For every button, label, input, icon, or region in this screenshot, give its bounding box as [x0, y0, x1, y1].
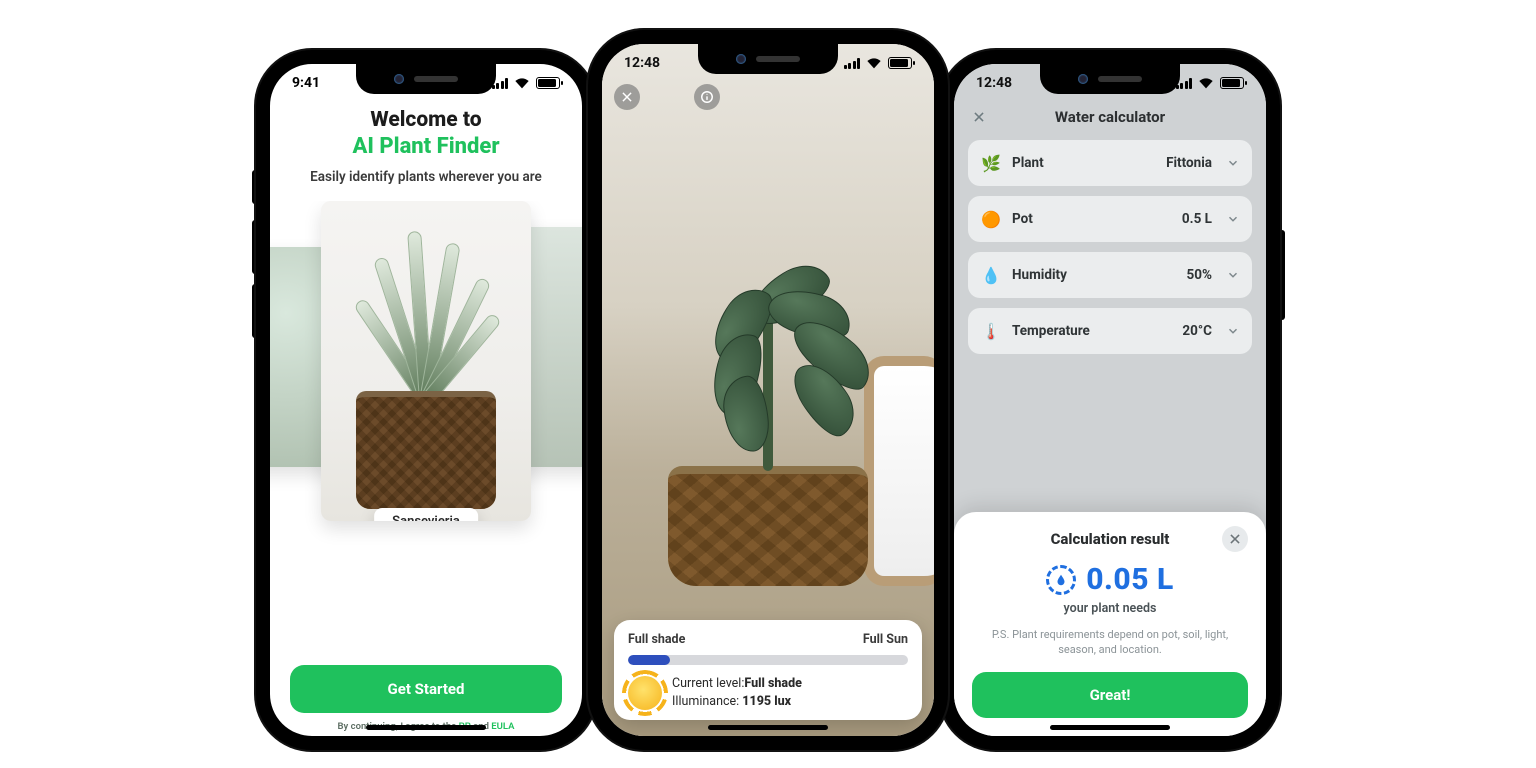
chevron-down-icon: [1226, 324, 1240, 338]
param-label: Humidity: [1012, 267, 1177, 283]
home-indicator[interactable]: [1050, 725, 1170, 730]
slider-min-label: Full shade: [628, 632, 685, 647]
close-icon: [620, 90, 634, 104]
plant-gallery[interactable]: Sansevieria: [270, 201, 582, 651]
battery-icon: [1220, 77, 1244, 89]
param-row-pot[interactable]: 🟠 Pot 0.5 L: [968, 196, 1252, 242]
humidity-icon: 💧: [980, 264, 1002, 286]
param-row-humidity[interactable]: 💧 Humidity 50%: [968, 252, 1252, 298]
status-time: 12:48: [624, 55, 660, 71]
great-button[interactable]: Great!: [972, 672, 1248, 718]
plant-name-chip: Sansevieria: [374, 508, 478, 521]
pot-icon: 🟠: [980, 208, 1002, 230]
current-level-line: Current level:Full shade: [672, 675, 802, 693]
phone-light-meter: 12:48 Full: [588, 30, 948, 750]
info-button[interactable]: [694, 84, 720, 110]
light-level-fill: [628, 655, 670, 665]
home-indicator[interactable]: [366, 725, 486, 730]
result-title: Calculation result: [1051, 530, 1170, 548]
chevron-down-icon: [1226, 268, 1240, 282]
cell-signal-icon: [844, 58, 861, 69]
welcome-subtitle: Easily identify plants wherever you are: [298, 169, 554, 187]
temperature-icon: 🌡️: [980, 320, 1002, 342]
page-header: Water calculator: [954, 102, 1266, 140]
water-drop-icon: [1046, 565, 1076, 595]
light-level-slider[interactable]: [628, 655, 908, 665]
welcome-title-line2: AI Plant Finder: [270, 134, 582, 159]
illuminance-line: Illuminance: 1195 lux: [672, 693, 802, 711]
param-row-temperature[interactable]: 🌡️ Temperature 20°C: [968, 308, 1252, 354]
wifi-icon: [514, 77, 530, 89]
phone-water-calculator: 12:48 Water calculator 🌿: [940, 50, 1280, 750]
result-value: 0.05 L: [1086, 562, 1174, 597]
plant-illustration: [321, 201, 531, 521]
status-time: 9:41: [292, 75, 320, 91]
sun-icon: [628, 676, 662, 710]
result-note: P.S. Plant requirements depend on pot, s…: [990, 628, 1230, 658]
welcome-title-line1: Welcome to: [270, 108, 582, 132]
info-icon: [700, 90, 714, 104]
result-close-button[interactable]: [1222, 526, 1248, 552]
page-title: Water calculator: [1055, 108, 1165, 126]
gallery-card-main[interactable]: Sansevieria: [321, 201, 531, 521]
wifi-icon: [866, 57, 882, 69]
slider-max-label: Full Sun: [863, 632, 908, 647]
param-label: Temperature: [1012, 323, 1172, 339]
close-icon: [1228, 532, 1242, 546]
home-indicator[interactable]: [708, 725, 828, 730]
chevron-down-icon: [1226, 156, 1240, 170]
chevron-down-icon: [1226, 212, 1240, 226]
close-button[interactable]: [614, 84, 640, 110]
plant-icon: 🌿: [980, 152, 1002, 174]
result-sheet: Calculation result 0.05 L your plant nee…: [954, 512, 1266, 736]
battery-icon: [888, 57, 912, 69]
param-value: 50%: [1187, 267, 1212, 283]
status-time: 12:48: [976, 75, 1012, 91]
param-value: Fittonia: [1166, 155, 1212, 171]
param-row-plant[interactable]: 🌿 Plant Fittonia: [968, 140, 1252, 186]
phone-welcome: 9:41 Welcome to AI Plant Finder Easily i…: [256, 50, 596, 750]
param-value: 20°C: [1182, 323, 1212, 339]
param-label: Pot: [1012, 211, 1172, 227]
eula-link[interactable]: EULA: [491, 721, 514, 732]
close-icon: [972, 110, 986, 124]
param-value: 0.5 L: [1182, 211, 1212, 227]
result-subtext: your plant needs: [972, 601, 1248, 616]
close-button[interactable]: [968, 106, 990, 128]
battery-icon: [536, 77, 560, 89]
light-meter-panel: Full shade Full Sun Current level:Full s…: [614, 620, 922, 720]
wifi-icon: [1198, 77, 1214, 89]
parameter-list: 🌿 Plant Fittonia 🟠 Pot 0.5 L 💧 Humidity: [954, 140, 1266, 354]
param-label: Plant: [1012, 155, 1156, 171]
get-started-button[interactable]: Get Started: [290, 665, 562, 713]
